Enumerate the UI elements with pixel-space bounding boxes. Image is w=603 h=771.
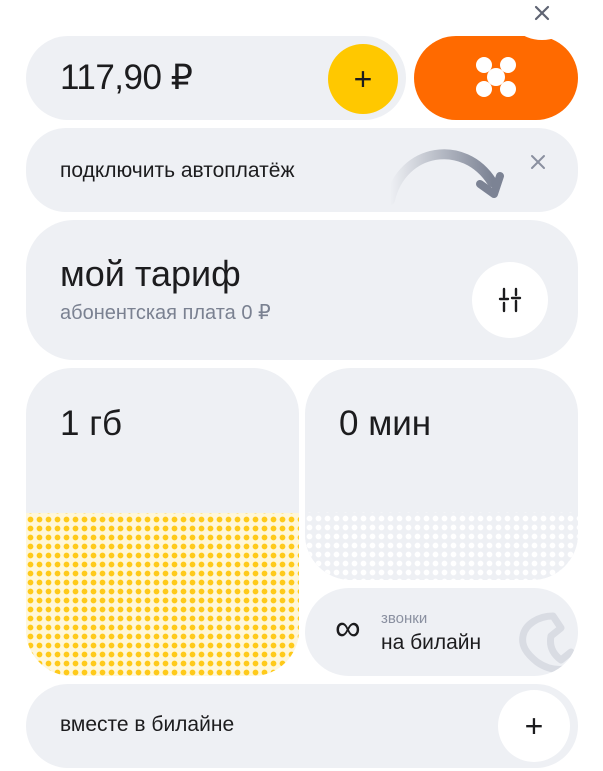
add-member-button[interactable]: + [498,690,570,762]
phone-icon [519,612,578,673]
minutes-fill-meter [305,512,578,580]
plus-icon: + [524,707,544,744]
minutes-value: 0 мин [339,404,432,443]
plus-icon: + [353,60,373,97]
beeline-logo-icon [476,57,516,97]
tariff-card[interactable]: мой тариф абонентская плата 0 ₽ [26,220,578,360]
balance-amount: 117,90 ₽ [60,58,193,97]
autopay-banner[interactable]: подключить автоплатёж [26,128,578,212]
close-icon [534,5,550,21]
tariff-subtitle: абонентская плата 0 ₽ [60,302,271,324]
autopay-close-icon[interactable] [526,150,550,174]
internet-balance-card[interactable]: 1 гб [26,368,299,676]
top-close-button-overlay[interactable] [522,0,562,26]
infinity-icon: ∞ [335,607,361,648]
unlimited-calls-card[interactable]: ∞ звонки на билайн [305,588,578,676]
internet-fill-meter [26,512,299,676]
sliders-icon [498,287,522,313]
internet-value: 1 гб [60,404,123,443]
beeline-logo-button[interactable] [414,36,578,120]
calls-small-label: звонки [381,610,428,627]
top-up-button[interactable]: + [328,44,398,114]
curved-arrow-icon [385,149,504,205]
together-label: вместе в билайне [60,713,235,736]
balance-card[interactable]: 117,90 ₽ + [26,36,406,120]
minutes-balance-card[interactable]: 0 мин [305,368,578,580]
calls-label: на билайн [381,631,482,654]
tariff-title: мой тариф [60,253,241,294]
autopay-label: подключить автоплатёж [60,159,295,182]
together-in-beeline-card[interactable]: вместе в билайне + [26,684,578,768]
tariff-settings-button[interactable] [472,262,548,338]
